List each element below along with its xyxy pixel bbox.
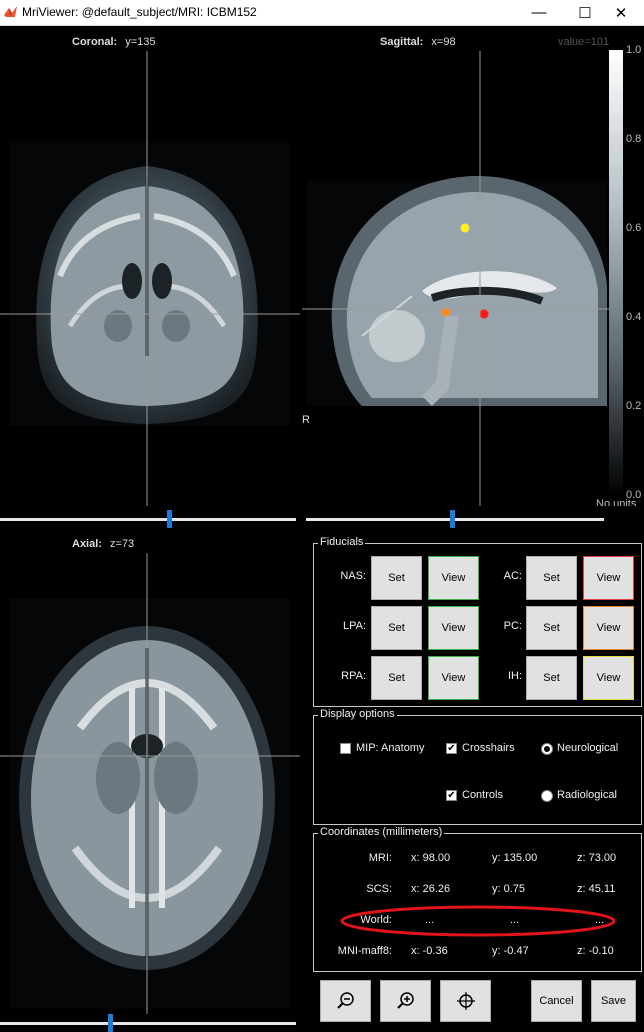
save-button[interactable]: Save (591, 980, 636, 1022)
sagittal-slider-thumb[interactable] (450, 510, 456, 528)
sagittal-brain-image (302, 51, 610, 506)
world-row-highlight-ellipse (340, 905, 616, 937)
fiducial-label-right: AC: (503, 570, 522, 582)
colorbar-tick-label: 0.8 (626, 133, 642, 145)
display-options-title: Display options (318, 708, 397, 720)
fiducial-set-button[interactable]: Set (371, 606, 422, 650)
ih-marker (460, 223, 470, 233)
title-bar: MriViewer: @default_subject/MRI: ICBM152… (0, 0, 644, 26)
fiducial-view-button[interactable]: View (583, 606, 634, 650)
fiducial-view-button[interactable]: View (583, 556, 634, 600)
display-options-panel: Display options MIP: Anatomy ✔ Crosshair… (313, 708, 642, 825)
coord-row-label: SCS: (366, 883, 392, 895)
coord-z-value: z: -0.10 (577, 945, 614, 957)
fiducial-view-button[interactable]: View (583, 656, 634, 700)
fiducial-label-right: PC: (503, 620, 522, 632)
coord-x-value: x: 98.00 (411, 852, 451, 864)
coronal-slider-track[interactable] (0, 518, 296, 521)
colorbar (609, 50, 623, 496)
colorbar-tick-label: 1.0 (626, 44, 642, 56)
fiducials-panel: Fiducials NAS: Set View AC: Set View LPA: Set Vi… (313, 536, 642, 707)
coronal-slider-thumb[interactable] (166, 510, 172, 528)
fiducial-set-button[interactable]: Set (371, 556, 422, 600)
controls-label: Controls (462, 789, 503, 801)
center-crosshair-button[interactable] (440, 980, 491, 1022)
fiducial-label-right: IH: (507, 670, 522, 682)
mip-anatomy-checkbox[interactable] (340, 743, 351, 754)
close-button[interactable]: ✕ (598, 0, 644, 25)
coord-z-value: z: 45.11 (577, 883, 616, 895)
axial-slider-track[interactable] (0, 1022, 296, 1025)
colorbar-tick-label: 0.4 (626, 311, 642, 323)
fiducial-set-button[interactable]: Set (526, 656, 577, 700)
matlab-icon (4, 6, 17, 17)
fiducial-label-left: LPA: (342, 620, 366, 632)
radiological-radio[interactable] (541, 790, 553, 802)
axial-slider-thumb[interactable] (107, 1014, 113, 1032)
zoom-out-icon (336, 992, 354, 1009)
minimize-button[interactable]: — (516, 0, 562, 25)
sagittal-view[interactable]: Sagittal: x=98 value=101 R 1.0 0.8 0.6 0.4 0.… (302, 26, 644, 506)
coordinates-title: Coordinates (millimeters) (318, 826, 445, 838)
fiducial-set-button[interactable]: Set (526, 606, 577, 650)
crosshair-target-icon (456, 992, 475, 1010)
zoom-out-button[interactable] (320, 980, 371, 1022)
crosshairs-label: Crosshairs (462, 742, 515, 754)
fiducial-set-button[interactable]: Set (526, 556, 577, 600)
zoom-in-button[interactable] (380, 980, 431, 1022)
coord-row-label: MRI: (368, 852, 392, 864)
fiducial-view-button[interactable]: View (428, 556, 479, 600)
fiducial-set-button[interactable]: Set (371, 656, 422, 700)
colorbar-tick-label: 0.6 (626, 222, 642, 234)
fiducial-label-left: NAS: (340, 570, 366, 582)
coronal-brain-image (0, 51, 300, 506)
coordinates-panel: Coordinates (millimeters) MRI: x: 98.00 y:… (313, 826, 642, 972)
neurological-label: Neurological (557, 742, 619, 754)
coord-x-value: x: -0.36 (411, 945, 448, 957)
fiducial-view-button[interactable]: View (428, 606, 479, 650)
axial-brain-image (0, 553, 300, 1014)
radiological-label: Radiological (557, 789, 617, 801)
crosshairs-checkbox[interactable]: ✔ (446, 743, 457, 754)
controls-checkbox[interactable]: ✔ (446, 790, 457, 801)
coord-y-value: y: 0.75 (492, 883, 526, 895)
fiducials-title: Fiducials (318, 536, 366, 548)
coord-y-value: y: 135.00 (492, 852, 538, 864)
coord-z-value: z: 73.00 (577, 852, 617, 864)
coronal-view[interactable]: Coronal: y=135 (0, 26, 300, 506)
window-title: MriViewer: @default_subject/MRI: ICBM152 (22, 5, 257, 19)
cancel-button[interactable]: Cancel (531, 980, 582, 1022)
axial-view[interactable]: Axial: z=73 (0, 528, 300, 1014)
fiducial-view-button[interactable]: View (428, 656, 479, 700)
fiducial-label-left: RPA: (341, 670, 366, 682)
zoom-in-icon (396, 992, 414, 1009)
coord-row-label: MNI-maff8: (337, 945, 392, 957)
mip-anatomy-label: MIP: Anatomy (356, 742, 425, 754)
colorbar-tick-label: 0.2 (626, 400, 642, 412)
coord-x-value: x: 26.26 (411, 883, 451, 895)
ac-marker (479, 309, 489, 319)
colorbar-units: No units (596, 498, 637, 506)
coord-y-value: y: -0.47 (492, 945, 529, 957)
neurological-radio[interactable] (541, 743, 553, 755)
